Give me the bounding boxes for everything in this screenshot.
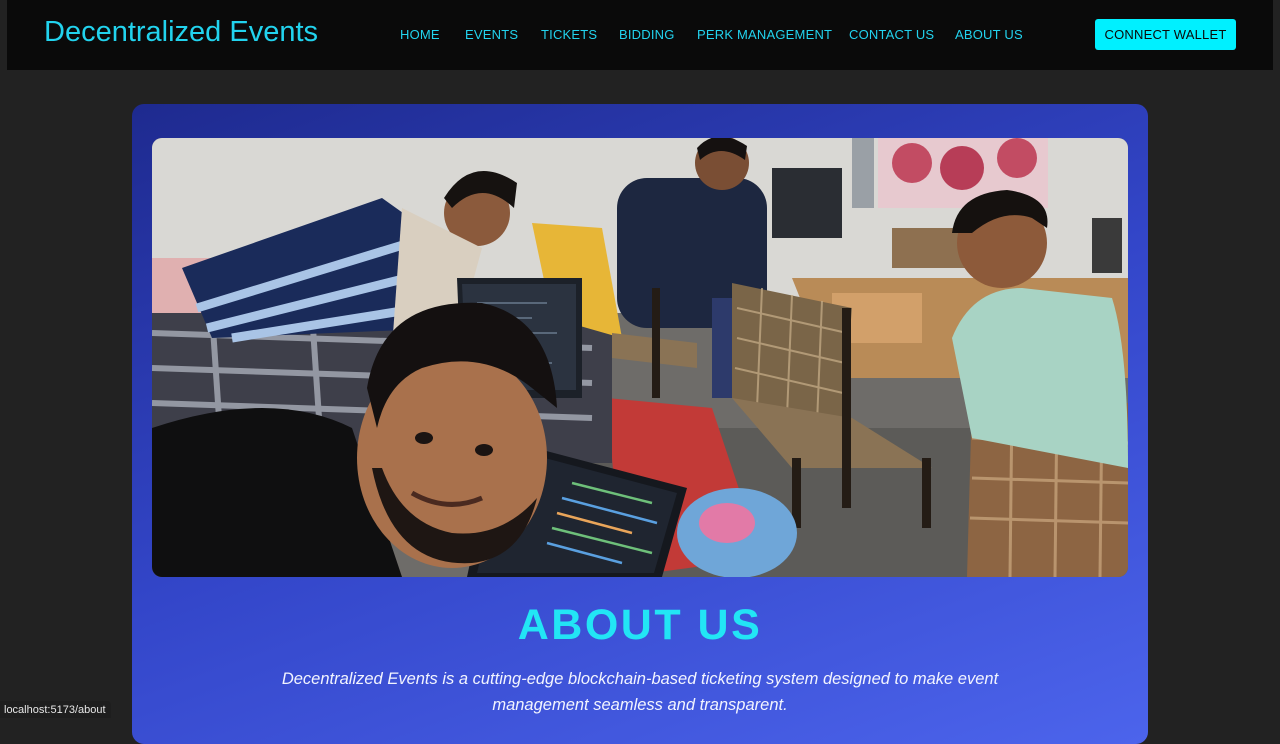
about-card: ABOUT US Decentralized Events is a cutti…	[132, 104, 1148, 744]
nav-link-home[interactable]: HOME	[400, 27, 440, 42]
nav-link-about-us[interactable]: ABOUT US	[955, 27, 1023, 42]
nav-links: HOME EVENTS TICKETS BIDDING PERK MANAGEM…	[7, 0, 1273, 70]
about-description: Decentralized Events is a cutting-edge b…	[280, 666, 1000, 718]
nav-link-bidding[interactable]: BIDDING	[619, 27, 675, 42]
team-photo	[152, 138, 1128, 577]
nav-link-tickets[interactable]: TICKETS	[541, 27, 597, 42]
connect-wallet-button[interactable]: CONNECT WALLET	[1095, 19, 1236, 50]
navbar: Decentralized Events HOME EVENTS TICKETS…	[7, 0, 1273, 70]
nav-link-events[interactable]: EVENTS	[465, 27, 518, 42]
nav-link-contact-us[interactable]: CONTACT US	[849, 27, 934, 42]
about-title: ABOUT US	[132, 601, 1148, 650]
status-bar-url: localhost:5173/about	[0, 701, 111, 718]
nav-link-perk-management[interactable]: PERK MANAGEMENT	[697, 27, 832, 42]
